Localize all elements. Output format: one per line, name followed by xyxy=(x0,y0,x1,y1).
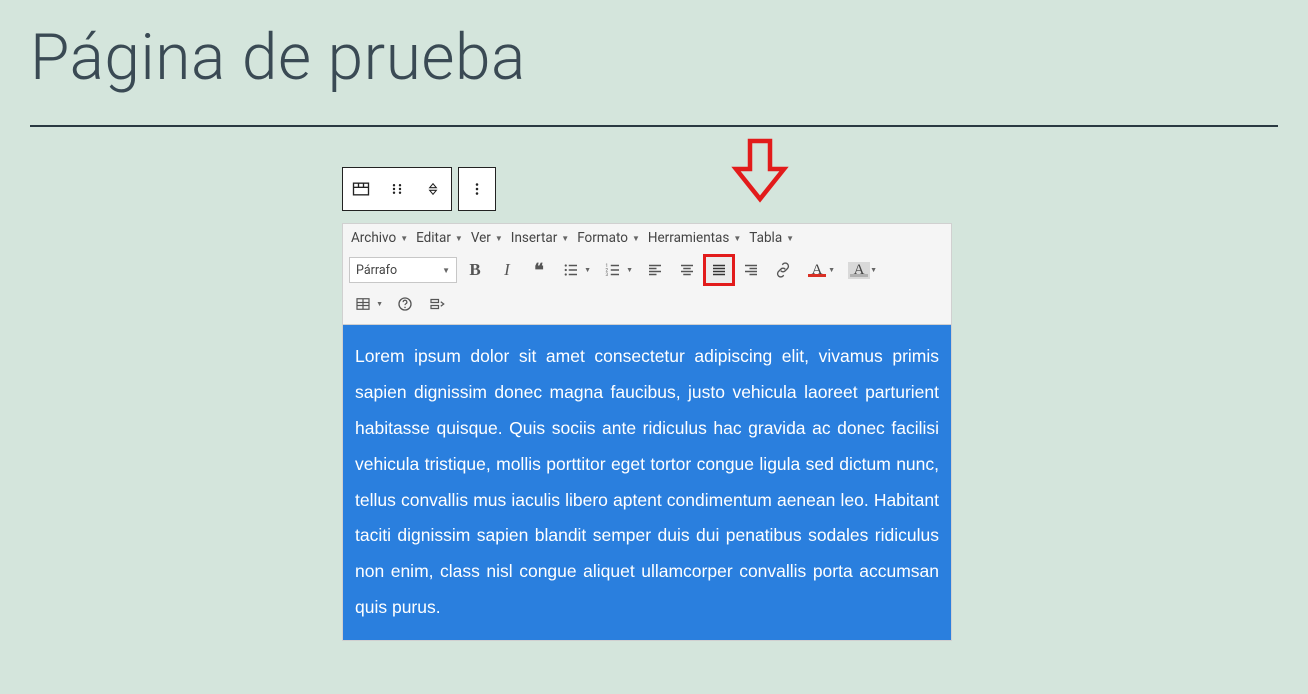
editor-content-area[interactable]: Lorem ipsum dolor sit amet consectetur a… xyxy=(342,325,952,641)
menu-label: Formato xyxy=(577,230,628,246)
text-color-button[interactable]: A xyxy=(801,256,839,284)
background-color-button[interactable]: A xyxy=(843,256,881,284)
link-button[interactable] xyxy=(769,256,797,284)
menu-editar[interactable]: Editar ▼ xyxy=(416,230,463,246)
menu-tabla[interactable]: Tabla ▼ xyxy=(749,230,794,246)
more-options-icon[interactable] xyxy=(459,168,495,210)
align-center-button[interactable] xyxy=(673,256,701,284)
menu-label: Ver xyxy=(471,230,491,246)
background-color-icon: A xyxy=(848,262,870,279)
format-select-value: Párrafo xyxy=(356,263,397,278)
editor-menubar: Archivo▼ Editar▼ Ver▼ Insertar▼ Formato▼… xyxy=(343,224,951,252)
block-toolbar-group-main xyxy=(342,167,452,211)
distraction-free-button[interactable] xyxy=(423,290,451,318)
text-color-icon: A xyxy=(806,262,828,279)
menu-insertar[interactable]: Insertar▼ xyxy=(511,230,569,246)
chevron-down-icon: ▼ xyxy=(442,266,450,275)
menu-formato[interactable]: Formato ▼ xyxy=(577,230,640,246)
editor-container: Archivo▼ Editar▼ Ver▼ Insertar▼ Formato▼… xyxy=(342,167,952,641)
align-right-button[interactable] xyxy=(737,256,765,284)
chevron-down-icon: ▼ xyxy=(561,234,569,243)
menu-label: Herramientas xyxy=(648,230,729,246)
chevron-down-icon: ▼ xyxy=(400,234,408,243)
menu-archivo[interactable]: Archivo ▼ xyxy=(351,230,408,246)
align-left-button[interactable] xyxy=(641,256,669,284)
menu-label: Archivo xyxy=(351,230,396,246)
block-toolbar-group-more xyxy=(458,167,496,211)
editor-toolbar-row1: Párrafo ▼ B I ❝ 123 xyxy=(343,252,951,288)
classic-block-icon[interactable] xyxy=(343,168,379,210)
table-button[interactable] xyxy=(349,290,387,318)
menu-label: Editar xyxy=(416,230,451,246)
title-divider xyxy=(30,125,1278,127)
menu-label: Tabla xyxy=(749,230,782,246)
format-select[interactable]: Párrafo ▼ xyxy=(349,257,457,283)
help-button[interactable] xyxy=(391,290,419,318)
chevron-down-icon: ▼ xyxy=(632,234,640,243)
selected-paragraph[interactable]: Lorem ipsum dolor sit amet consectetur a… xyxy=(343,325,951,640)
svg-text:3: 3 xyxy=(606,272,609,278)
bold-button[interactable]: B xyxy=(461,256,489,284)
editor-panel: Archivo▼ Editar▼ Ver▼ Insertar▼ Formato▼… xyxy=(342,223,952,325)
move-up-down-icon[interactable] xyxy=(415,168,451,210)
block-toolbar xyxy=(342,167,952,211)
bulleted-list-button[interactable] xyxy=(557,256,595,284)
editor-toolbar-row2 xyxy=(343,288,951,324)
chevron-down-icon: ▼ xyxy=(786,234,794,243)
numbered-list-button[interactable]: 123 xyxy=(599,256,637,284)
chevron-down-icon: ▼ xyxy=(733,234,741,243)
menu-herramientas[interactable]: Herramientas ▼ xyxy=(648,230,741,246)
blockquote-button[interactable]: ❝ xyxy=(525,256,553,284)
page-title: Página de prueba xyxy=(0,0,1308,125)
chevron-down-icon: ▼ xyxy=(455,234,463,243)
menu-label: Insertar xyxy=(511,230,558,246)
menu-ver[interactable]: Ver ▼ xyxy=(471,230,503,246)
chevron-down-icon: ▼ xyxy=(495,234,503,243)
italic-button[interactable]: I xyxy=(493,256,521,284)
align-justify-button[interactable] xyxy=(705,256,733,284)
drag-handle-icon[interactable] xyxy=(379,168,415,210)
